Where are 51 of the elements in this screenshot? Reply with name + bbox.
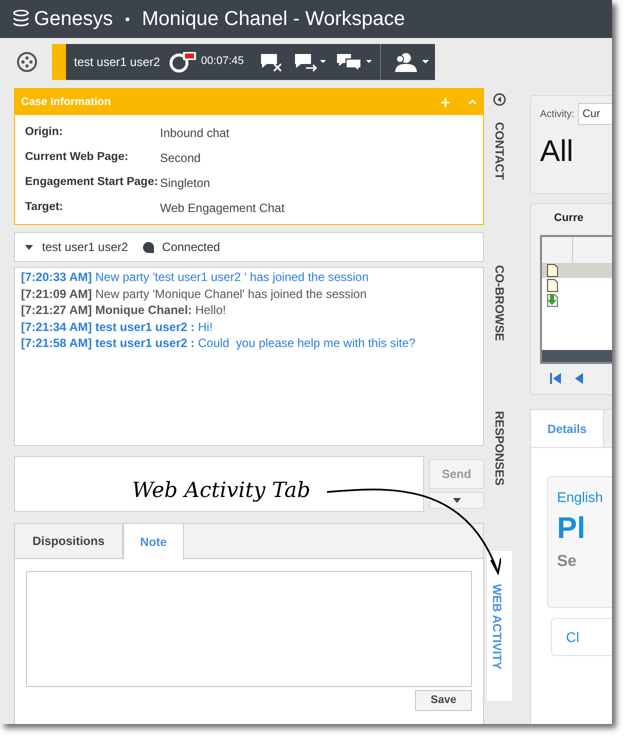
transfer-chat-icon[interactable] bbox=[294, 52, 326, 72]
conference-chat-icon[interactable] bbox=[336, 52, 372, 72]
end-chat-icon[interactable] bbox=[260, 52, 284, 72]
window-title: Monique Chanel - Workspace bbox=[142, 7, 405, 32]
case-color-strip bbox=[52, 44, 66, 80]
field-value: Web Engagement Chat bbox=[160, 200, 285, 216]
annotation-label: Web Activity Tab bbox=[132, 477, 310, 504]
chat-status-icon bbox=[142, 240, 156, 254]
field-label: Current Web Page: bbox=[25, 150, 130, 165]
field-label: Origin: bbox=[25, 124, 64, 140]
field-label: Target: bbox=[25, 200, 64, 215]
logo-icon bbox=[12, 9, 30, 29]
title-separator: • bbox=[124, 10, 130, 28]
detail-heading: Pl bbox=[557, 511, 586, 547]
activity-label: Activity: bbox=[540, 108, 574, 122]
collapse-panel-icon[interactable] bbox=[493, 93, 506, 106]
selected-row[interactable] bbox=[542, 262, 612, 278]
detail-button[interactable]: Cl bbox=[551, 618, 612, 656]
dropdown-icon[interactable] bbox=[25, 244, 33, 250]
activity-heading: All bbox=[540, 135, 574, 169]
send-options-button[interactable] bbox=[429, 492, 484, 509]
call-timer: 00:07:45 bbox=[201, 54, 244, 70]
note-field[interactable] bbox=[26, 571, 472, 687]
previous-page-icon[interactable] bbox=[575, 372, 583, 384]
message-input[interactable] bbox=[14, 456, 424, 512]
field-label: Engagement Start Page: bbox=[25, 174, 159, 190]
connection-status: Connected bbox=[162, 239, 220, 256]
side-tab[interactable]: RESPONSES bbox=[488, 410, 510, 486]
chat-message: [7:20:33 AM] New party 'test user1 user2 ' has joined the session bbox=[21, 269, 370, 286]
caret-icon bbox=[452, 498, 460, 503]
party-name: test user1 user2 bbox=[42, 239, 128, 256]
first-page-icon[interactable] bbox=[550, 372, 561, 384]
table-footer-bar bbox=[542, 350, 612, 362]
section-title: Curre bbox=[554, 211, 584, 226]
save-button[interactable]: Save bbox=[415, 690, 472, 711]
panel-title: Case Information bbox=[21, 94, 111, 110]
chat-message: [7:21:34 AM] test user1 user2 : Hi! bbox=[21, 318, 214, 335]
party-name[interactable]: test user1 user2 bbox=[74, 52, 160, 70]
field-value: Inbound chat bbox=[160, 124, 230, 142]
target-icon[interactable] bbox=[16, 50, 38, 72]
activity-dropdown[interactable]: Cur bbox=[578, 103, 612, 125]
chat-message: [7:21:58 AM] test user1 user2 : Could you please help me with this site? bbox=[21, 335, 416, 352]
detail-subheading: Se bbox=[557, 552, 578, 572]
field-value: Singleton bbox=[160, 174, 210, 192]
chat-icon bbox=[168, 50, 198, 74]
side-tab[interactable]: CONTACT bbox=[488, 122, 510, 180]
field-value: Second bbox=[160, 150, 201, 166]
brand-name: Genesys bbox=[34, 7, 113, 32]
side-tab[interactable]: CO-BROWSE bbox=[488, 264, 510, 341]
chat-message: [7:21:27 AM] Monique Chanel: Hello! bbox=[21, 302, 227, 318]
chat-message: [7:21:09 AM] New party 'Monique Chanel' has joined the session bbox=[21, 286, 368, 302]
